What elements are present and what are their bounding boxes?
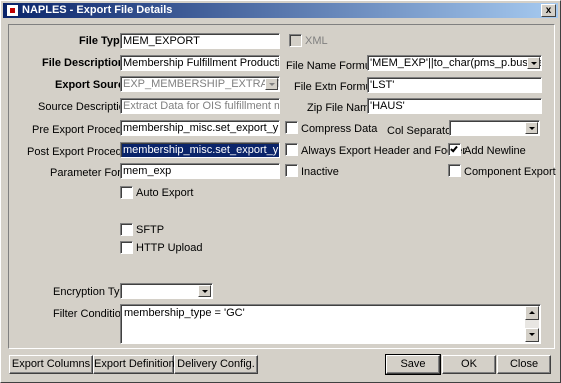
auto-export-label: Auto Export [136,187,194,199]
always-export-header-checkbox[interactable] [285,143,298,156]
col-separator-select[interactable] [449,120,540,136]
ok-button[interactable]: OK [442,355,496,374]
compress-data-checkbox[interactable] [285,121,298,134]
file-name-formula-value: 'MEM_EXP'||to_char(pms_p.business_ [370,57,542,69]
filter-condition-scrollbar[interactable] [525,306,539,342]
inactive-label: Inactive [301,166,339,178]
chevron-down-icon[interactable] [525,122,538,134]
check-icon [450,144,458,153]
details-panel [8,24,555,349]
sftp-checkbox[interactable] [120,223,133,236]
scroll-up-icon[interactable] [525,306,539,320]
source-description-label: Source Description [38,101,131,113]
export-file-details-window: NAPLES - Export File Details x File Type… [0,0,561,383]
http-upload-checkbox[interactable] [120,241,133,254]
file-extn-formula-input[interactable]: 'LST' [367,77,542,93]
export-source-label: Export Source [55,79,131,91]
file-name-formula-input[interactable]: 'MEM_EXP'||to_char(pms_p.business_ [367,55,542,71]
export-definitions-button[interactable]: Export Definitions [93,355,180,374]
save-button[interactable]: Save [385,354,441,375]
http-upload-label: HTTP Upload [136,242,203,254]
filter-condition-label: Filter Condition [53,308,127,320]
post-export-procedure-input[interactable]: membership_misc.set_export_yn_flag [120,142,280,158]
scroll-down-icon[interactable] [525,328,539,342]
sftp-label: SFTP [136,224,165,236]
export-columns-button[interactable]: Export Columns [9,355,93,374]
add-newline-label: Add Newline [464,145,526,157]
component-export-checkbox[interactable] [448,164,461,177]
parameter-form-input[interactable]: mem_exp [120,163,280,179]
xml-label: XML [305,35,328,47]
chevron-down-icon[interactable] [527,57,540,69]
file-description-label: File Description [42,57,125,69]
source-description-input[interactable]: Extract Data for OIS fulfillment membe [120,98,280,114]
file-description-input[interactable]: Membership Fulfillment Production Ex [120,55,280,71]
file-name-formula-label: File Name Formula [286,60,380,72]
parameter-form-label: Parameter Form [50,167,131,179]
component-export-label: Component Export [464,166,556,178]
zip-file-name-label: Zip File Name [307,102,376,114]
file-type-input[interactable]: MEM_EXPORT [120,33,280,49]
app-icon [6,4,19,17]
auto-export-checkbox[interactable] [120,186,133,199]
xml-checkbox[interactable] [289,34,302,47]
delivery-config-button[interactable]: Delivery Config. [174,355,258,374]
zip-file-name-input[interactable]: 'HAUS' [367,98,542,114]
compress-data-label: Compress Data [301,123,378,135]
chevron-down-icon[interactable] [198,285,211,297]
export-source-select[interactable]: EXP_MEMBERSHIP_EXTRACTS [120,76,280,92]
add-newline-checkbox[interactable] [448,143,461,156]
window-title: NAPLES - Export File Details [22,4,173,16]
encryption-type-select[interactable] [120,283,213,299]
export-source-value: EXP_MEMBERSHIP_EXTRACTS [123,78,280,90]
col-separator-label: Col Separator [387,125,455,137]
file-type-label: File Type [79,35,126,47]
filter-condition-value: membership_type = 'GC' [124,307,245,319]
pre-export-procedure-input[interactable]: membership_misc.set_export_yn_flag [120,120,280,136]
inactive-checkbox[interactable] [285,164,298,177]
close-icon[interactable]: x [541,4,556,17]
close-button[interactable]: Close [497,355,551,374]
always-export-header-label: Always Export Header and Footer [301,145,467,157]
title-bar[interactable]: NAPLES - Export File Details x [3,3,558,18]
chevron-down-icon[interactable] [265,78,278,90]
filter-condition-textarea[interactable]: membership_type = 'GC' [120,304,541,344]
